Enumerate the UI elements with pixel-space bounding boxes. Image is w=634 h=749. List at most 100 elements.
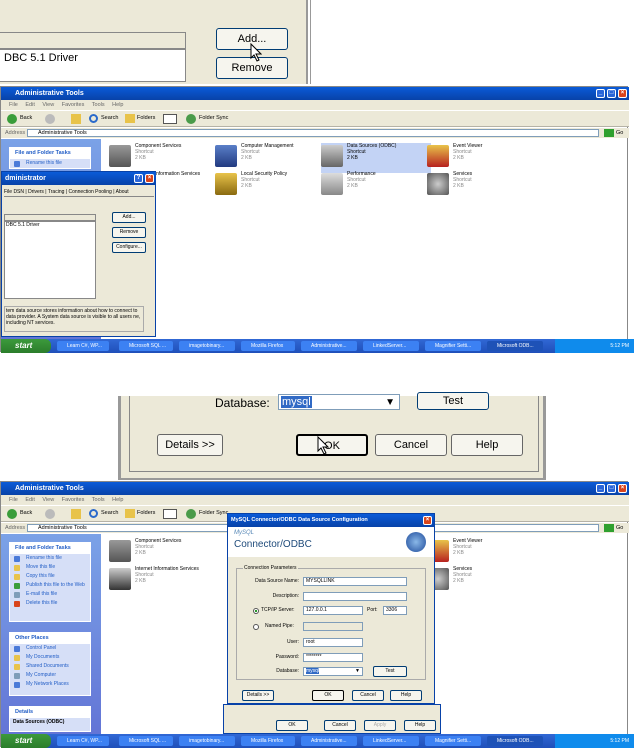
clock[interactable]: 5:12 PM	[610, 343, 629, 349]
taskbar-item[interactable]: Administrative...	[301, 736, 357, 746]
taskbar-item[interactable]: Microsoft SQL ...	[119, 341, 173, 351]
back-label[interactable]: Back	[20, 510, 32, 516]
tcp-radio[interactable]	[253, 608, 259, 614]
help-title-button[interactable]: ?	[134, 174, 143, 183]
component-services-item[interactable]: Component Services Shortcut 2 KB	[109, 538, 219, 568]
rename-link[interactable]: Rename this file	[10, 554, 90, 563]
computer-management-item[interactable]: Computer Management Shortcut 2 KB	[215, 143, 325, 173]
data-sources-item[interactable]: Data Sources (ODBC) Shortcut 2 KB	[321, 143, 431, 173]
odbc-titlebar[interactable]: dministrator ? ×	[2, 172, 156, 185]
start-button[interactable]: start	[1, 339, 51, 353]
minimize-button[interactable]: _	[596, 89, 605, 98]
test-button-zoom[interactable]: Test	[417, 392, 489, 410]
go-button[interactable]	[604, 524, 614, 532]
pipe-input[interactable]	[303, 622, 363, 631]
folders-label[interactable]: Folders	[137, 510, 155, 516]
mysql-close-button[interactable]: ×	[423, 516, 432, 525]
outer-ok-button[interactable]: OK	[276, 720, 308, 731]
search-label[interactable]: Search	[101, 115, 118, 121]
iis-item[interactable]: nformation Services	[156, 171, 216, 201]
views-icon[interactable]	[163, 114, 177, 124]
back-icon[interactable]	[7, 114, 17, 124]
chevron-down-icon[interactable]: ▼	[385, 397, 395, 408]
shared-documents-link[interactable]: Shared Documents	[10, 662, 90, 671]
close-button[interactable]: ×	[618, 89, 627, 98]
go-button[interactable]	[604, 129, 614, 137]
taskbar-item[interactable]: Magnifier Setti...	[425, 736, 481, 746]
my-computer-link[interactable]: My Computer	[10, 671, 90, 680]
taskbar-item[interactable]: Learn C#, WP...	[57, 341, 109, 351]
foldersync-label[interactable]: Folder Sync	[199, 510, 228, 516]
taskbar-item[interactable]: imagetobinary...	[179, 341, 235, 351]
search-label[interactable]: Search	[101, 510, 118, 516]
chevron-down-icon[interactable]: ▼	[355, 668, 360, 675]
address-input[interactable]: Administrative Tools	[27, 129, 599, 137]
local-security-item[interactable]: Local Security Policy Shortcut 2 KB	[215, 171, 325, 201]
folders-icon[interactable]	[125, 509, 135, 518]
driver-item-small[interactable]: DBC 5.1 Driver	[6, 222, 40, 228]
foldersync-icon[interactable]	[186, 509, 196, 519]
go-label[interactable]: Go	[616, 523, 623, 533]
ok-button-zoom[interactable]: OK	[296, 434, 368, 456]
driver-list[interactable]: DBC 5.1 Driver	[0, 49, 186, 82]
outer-cancel-button[interactable]: Cancel	[324, 720, 356, 731]
services-item[interactable]: Services Shortcut 2 KB	[427, 566, 537, 596]
minimize-button[interactable]: _	[596, 484, 605, 493]
event-viewer-item[interactable]: Event Viewer Shortcut 2 KB	[427, 143, 537, 173]
remove-button-small[interactable]: Remove	[112, 227, 146, 238]
dsn-input[interactable]: MYSQLLINK	[303, 577, 407, 586]
help-button-zoom[interactable]: Help	[451, 434, 523, 456]
taskbar-item[interactable]: Magnifier Setti...	[425, 341, 481, 351]
description-input[interactable]	[303, 592, 407, 601]
start-button[interactable]: start	[1, 734, 51, 748]
folders-label[interactable]: Folders	[137, 115, 155, 121]
rename-link[interactable]: Rename this file	[10, 159, 90, 168]
taskbar-item[interactable]: Mozilla Firefox	[241, 341, 295, 351]
go-label[interactable]: Go	[616, 128, 623, 138]
close-button[interactable]: ×	[618, 484, 627, 493]
outer-help-button[interactable]: Help	[404, 720, 436, 731]
copy-link[interactable]: Copy this file	[10, 572, 90, 581]
driver-list-small[interactable]: DBC 5.1 Driver	[4, 221, 96, 299]
up-folder-icon[interactable]	[71, 114, 81, 124]
foldersync-icon[interactable]	[186, 114, 196, 124]
email-link[interactable]: E-mail this file	[10, 590, 90, 599]
component-services-item[interactable]: Component Services Shortcut 2 KB	[109, 143, 219, 173]
explorer-titlebar[interactable]: Administrative Tools _ □ ×	[1, 482, 629, 495]
file-folder-tasks-heading[interactable]: File and Folder Tasks	[10, 543, 90, 554]
odbc-tabs[interactable]: File DSN | Drivers | Tracing | Connectio…	[4, 188, 154, 197]
taskbar-item[interactable]: Mozilla Firefox	[241, 736, 295, 746]
odbc-close-button[interactable]: ×	[145, 174, 154, 183]
details-button[interactable]: Details >>	[242, 690, 274, 701]
clock[interactable]: 5:12 PM	[610, 738, 629, 744]
control-panel-link[interactable]: Control Panel	[10, 644, 90, 653]
forward-icon[interactable]	[45, 114, 55, 124]
explorer-titlebar[interactable]: Administrative Tools _ □ ×	[1, 87, 629, 100]
menu-bar[interactable]: File Edit View Favorites Tools Help	[1, 495, 629, 505]
performance-item[interactable]: Performance Shortcut 2 KB	[321, 171, 431, 201]
menu-bar[interactable]: File Edit View Favorites Tools Help	[1, 100, 629, 110]
move-link[interactable]: Move this file	[10, 563, 90, 572]
help-button[interactable]: Help	[390, 690, 422, 701]
search-icon[interactable]	[89, 509, 98, 518]
foldersync-label[interactable]: Folder Sync	[199, 115, 228, 121]
outer-apply-button[interactable]: Apply	[364, 720, 396, 731]
database-select-small[interactable]: mysql ▼	[303, 667, 363, 676]
folders-icon[interactable]	[125, 114, 135, 123]
driver-item[interactable]: DBC 5.1 Driver	[4, 52, 78, 64]
database-select[interactable]: mysql ▼	[278, 394, 400, 410]
password-input[interactable]: ********	[303, 653, 363, 662]
details-button-zoom[interactable]: Details >>	[157, 434, 223, 456]
taskbar-item[interactable]: Microsoft ODB...	[487, 341, 543, 351]
delete-link[interactable]: Delete this file	[10, 599, 90, 608]
user-input[interactable]: root	[303, 638, 363, 647]
configure-button[interactable]: Configure...	[112, 242, 146, 253]
maximize-button[interactable]: □	[607, 484, 616, 493]
taskbar-item[interactable]: Microsoft SQL ...	[119, 736, 173, 746]
tcp-server-input[interactable]: 127.0.0.1	[303, 606, 363, 615]
details-heading[interactable]: Details	[10, 707, 90, 718]
maximize-button[interactable]: □	[607, 89, 616, 98]
back-icon[interactable]	[7, 509, 17, 519]
views-icon[interactable]	[163, 509, 177, 519]
taskbar-item[interactable]: Administrative...	[301, 341, 357, 351]
